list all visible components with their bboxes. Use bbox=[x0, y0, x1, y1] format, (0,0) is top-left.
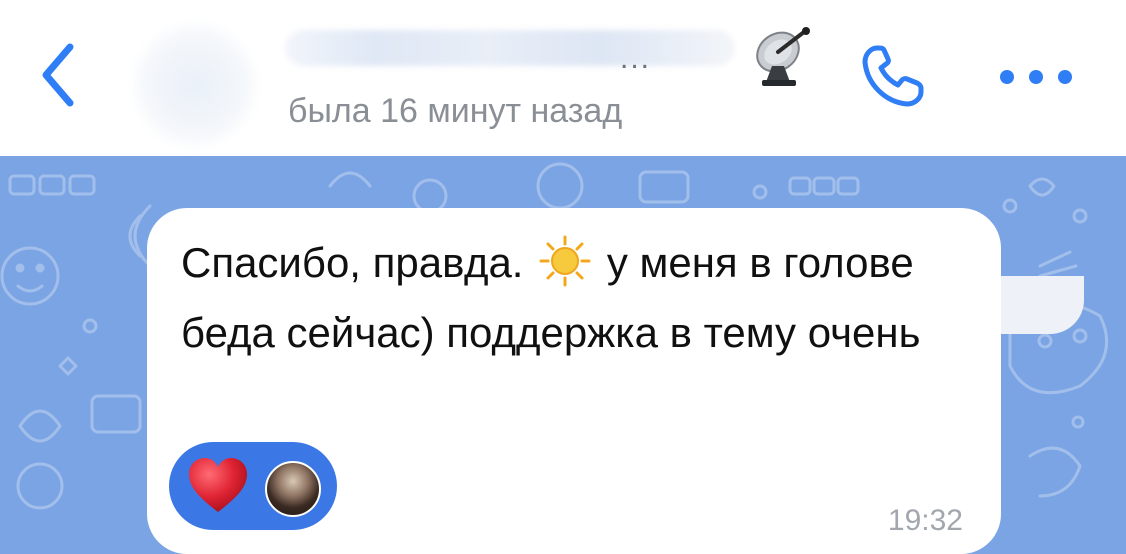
more-button[interactable] bbox=[1000, 62, 1072, 92]
red-heart-icon bbox=[189, 458, 247, 512]
contact-name-suffix: ... bbox=[620, 42, 652, 75]
contact-avatar[interactable] bbox=[132, 22, 258, 148]
more-dot-icon bbox=[1029, 70, 1043, 84]
more-dot-icon bbox=[1058, 70, 1072, 84]
chevron-left-icon bbox=[42, 43, 74, 107]
satellite-button[interactable] bbox=[752, 22, 818, 88]
reaction-chip[interactable] bbox=[169, 442, 337, 530]
message-time: 19:32 bbox=[887, 504, 963, 537]
call-button[interactable] bbox=[855, 38, 931, 114]
message-text: Спасибо, правда. у меня в голове беда се… bbox=[181, 228, 971, 368]
phone-icon bbox=[862, 45, 924, 107]
contact-name-redacted[interactable] bbox=[285, 30, 735, 66]
more-dot-icon bbox=[1000, 70, 1014, 84]
back-button[interactable] bbox=[28, 40, 88, 110]
satellite-antenna-icon bbox=[756, 27, 810, 86]
message-bubble[interactable]: Спасибо, правда. у меня в голове беда се… bbox=[147, 208, 1001, 554]
reactor-avatar[interactable] bbox=[265, 461, 321, 517]
message-text-part1: Спасибо, правда. bbox=[181, 239, 524, 286]
chat-header: ... была 16 минут назад bbox=[0, 0, 1126, 156]
sun-emoji-icon bbox=[539, 235, 591, 287]
last-seen-status: была 16 минут назад bbox=[288, 92, 623, 130]
